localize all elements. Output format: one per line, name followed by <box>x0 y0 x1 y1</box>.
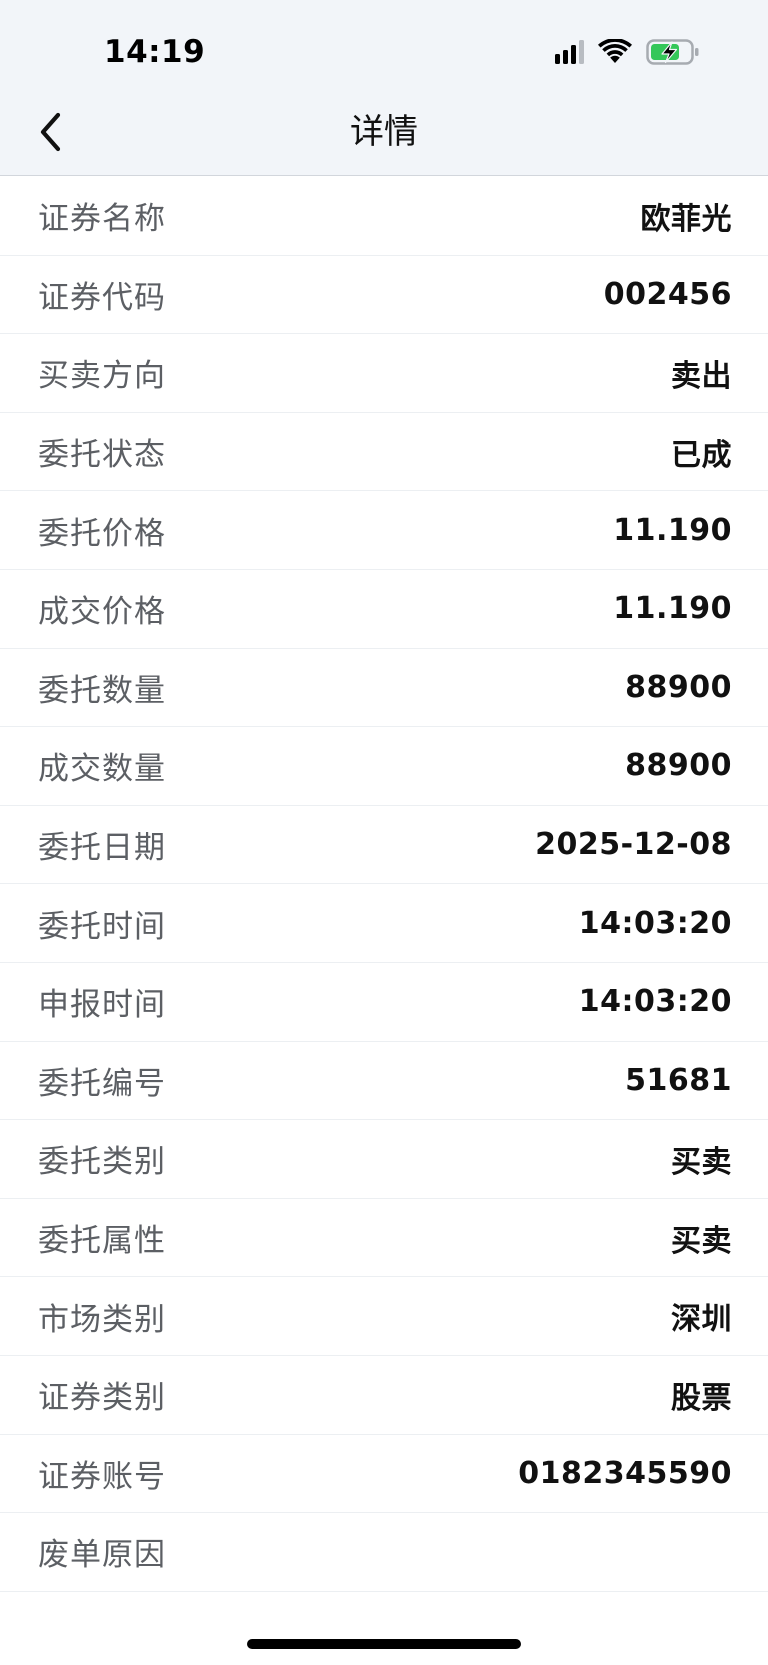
detail-row: 申报时间 14:03:20 <box>0 963 768 1042</box>
status-icons <box>555 36 700 68</box>
status-time: 14:19 <box>104 34 206 70</box>
detail-row: 委托时间 14:03:20 <box>0 884 768 963</box>
detail-row: 证券类别 股票 <box>0 1356 768 1435</box>
detail-row: 委托编号 51681 <box>0 1042 768 1121</box>
detail-value: 2025-12-08 <box>535 827 732 863</box>
detail-row: 成交数量 88900 <box>0 727 768 806</box>
detail-label: 成交数量 <box>38 751 166 788</box>
detail-label: 委托状态 <box>38 437 166 474</box>
detail-row: 委托属性 买卖 <box>0 1199 768 1278</box>
detail-value: 11.190 <box>613 591 732 627</box>
detail-label: 证券类别 <box>38 1380 166 1417</box>
detail-value: 88900 <box>625 669 732 705</box>
detail-list: 证券名称 欧菲光 证券代码 002456 买卖方向 卖出 委托状态 已成 委托价格 11.190 成… <box>0 177 768 1592</box>
detail-row: 委托状态 已成 <box>0 413 768 492</box>
detail-value: 买卖 <box>671 1223 732 1259</box>
detail-label: 委托类别 <box>38 1144 166 1181</box>
top-area: 14:19 详情 <box>0 0 768 176</box>
detail-label: 委托编号 <box>38 1065 166 1102</box>
detail-row: 委托价格 11.190 <box>0 491 768 570</box>
cellular-signal-icon <box>555 40 584 64</box>
home-indicator[interactable] <box>247 1639 521 1649</box>
detail-label: 委托日期 <box>38 830 166 867</box>
navigation-bar: 详情 <box>0 96 768 176</box>
detail-row: 证券代码 002456 <box>0 256 768 335</box>
detail-value: 卖出 <box>671 358 732 394</box>
detail-label: 市场类别 <box>38 1301 166 1338</box>
detail-row: 委托类别 买卖 <box>0 1120 768 1199</box>
detail-value: 002456 <box>603 276 732 312</box>
screen: 14:19 详情 证券名称 欧菲光 证券代码 002456 买卖方向 卖出 委托… <box>0 0 768 1665</box>
detail-value: 股票 <box>671 1380 732 1416</box>
detail-label: 申报时间 <box>38 987 166 1024</box>
detail-label: 证券账号 <box>38 1458 166 1495</box>
detail-row: 委托日期 2025-12-08 <box>0 806 768 885</box>
detail-label: 买卖方向 <box>38 358 166 395</box>
status-bar: 14:19 <box>0 0 768 96</box>
detail-row: 市场类别 深圳 <box>0 1277 768 1356</box>
detail-label: 废单原因 <box>38 1537 166 1574</box>
detail-label: 委托属性 <box>38 1223 166 1260</box>
detail-row: 委托数量 88900 <box>0 649 768 728</box>
detail-label: 委托数量 <box>38 672 166 709</box>
detail-label: 证券代码 <box>38 279 166 316</box>
detail-row: 成交价格 11.190 <box>0 570 768 649</box>
detail-value: 14:03:20 <box>578 984 732 1020</box>
detail-row: 买卖方向 卖出 <box>0 334 768 413</box>
detail-label: 证券名称 <box>38 201 166 238</box>
detail-value: 0182345590 <box>518 1455 732 1491</box>
detail-value: 买卖 <box>671 1144 732 1180</box>
detail-value: 欧菲光 <box>640 201 732 237</box>
detail-label: 委托价格 <box>38 515 166 552</box>
detail-value: 深圳 <box>671 1302 732 1338</box>
detail-value: 88900 <box>625 748 732 784</box>
detail-value: 51681 <box>625 1062 732 1098</box>
detail-row: 证券账号 0182345590 <box>0 1435 768 1514</box>
detail-value: 11.190 <box>613 512 732 548</box>
detail-label: 委托时间 <box>38 908 166 945</box>
wifi-icon <box>598 39 632 63</box>
page-title: 详情 <box>350 112 418 152</box>
detail-row: 废单原因 <box>0 1513 768 1592</box>
detail-label: 成交价格 <box>38 594 166 631</box>
detail-row: 证券名称 欧菲光 <box>0 177 768 256</box>
detail-value: 14:03:20 <box>578 905 732 941</box>
detail-value: 已成 <box>671 437 732 473</box>
battery-charging-icon <box>646 39 699 65</box>
